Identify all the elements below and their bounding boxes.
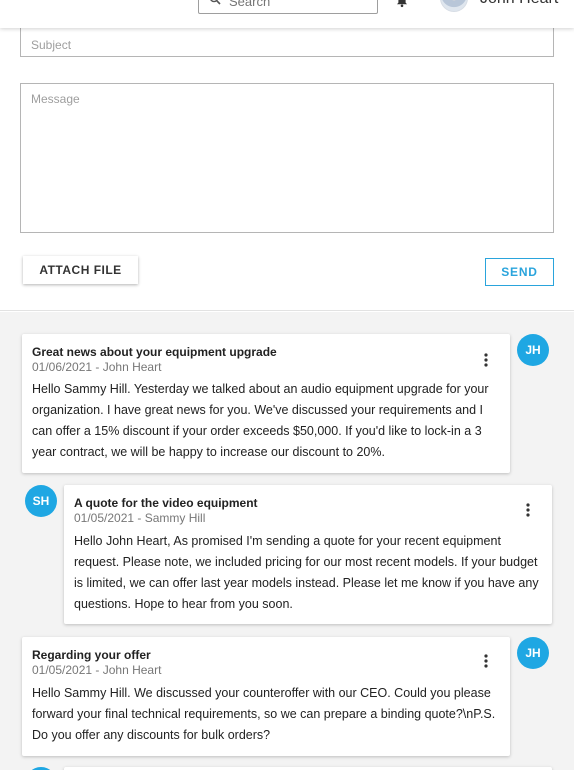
search-box[interactable]	[198, 0, 378, 14]
more-vert-icon[interactable]	[478, 352, 494, 368]
message-meta: 01/06/2021 - John Heart	[32, 360, 162, 374]
avatar-initials: JH	[517, 334, 549, 366]
more-vert-icon[interactable]	[478, 653, 494, 669]
message-card: A quote for the video equipment 01/05/20…	[64, 485, 552, 624]
message-thread: Great news about your equipment upgrade …	[0, 312, 574, 770]
avatar[interactable]	[440, 0, 468, 12]
message-card: Great news about your equipment upgrade …	[22, 334, 510, 473]
send-button[interactable]: SEND	[485, 258, 554, 286]
top-bar: John Heart	[0, 0, 574, 28]
message-body: Hello Sammy Hill. Yesterday we talked ab…	[32, 382, 489, 459]
message-card: Regarding your offer 01/05/2021 - John H…	[22, 637, 510, 756]
message-subject: A quote for the video equipment	[74, 496, 258, 510]
attach-file-button[interactable]: ATTACH FILE	[23, 256, 138, 284]
message-meta: 01/05/2021 - John Heart	[32, 663, 162, 677]
user-name[interactable]: John Heart	[480, 0, 558, 8]
message-input[interactable]	[20, 83, 554, 233]
message-body: Hello John Heart, As promised I'm sendin…	[74, 534, 539, 611]
avatar-initials: JH	[517, 637, 549, 669]
search-input[interactable]	[229, 0, 359, 9]
bell-icon[interactable]	[395, 0, 409, 8]
message-body: Hello Sammy Hill. We discussed your coun…	[32, 686, 496, 742]
message-subject: Great news about your equipment upgrade	[32, 345, 277, 359]
search-icon	[209, 0, 221, 10]
subject-input[interactable]	[20, 28, 554, 57]
more-vert-icon[interactable]	[520, 502, 536, 518]
avatar-initials: SH	[25, 485, 57, 517]
compose-form: ATTACH FILE SEND	[0, 28, 574, 311]
message-meta: 01/05/2021 - Sammy Hill	[74, 511, 206, 525]
message-subject: Regarding your offer	[32, 648, 151, 662]
